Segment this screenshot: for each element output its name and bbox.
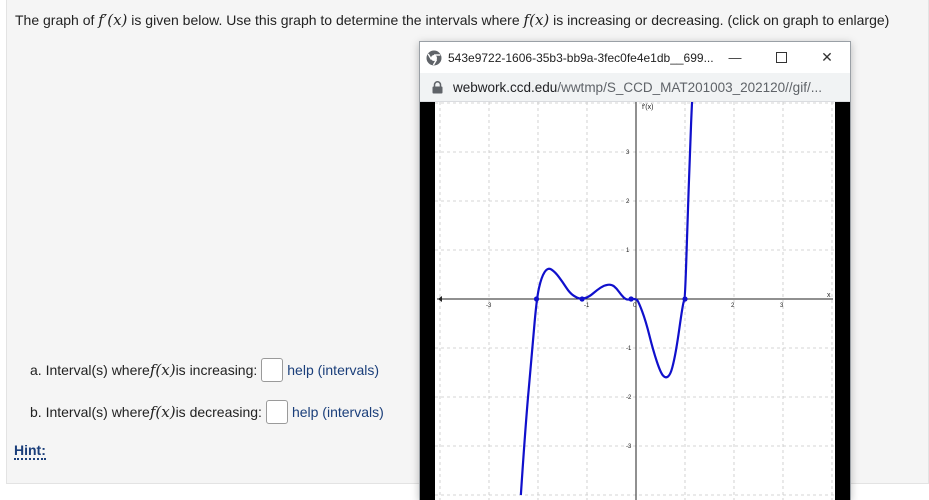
y-tick-label: 3: [626, 150, 630, 156]
x-axis-label: x: [827, 292, 831, 299]
y-tick-label: 1: [626, 248, 630, 254]
y-axis-label: f'(x): [642, 104, 653, 111]
part-b-row: b. Interval(s) where f (x) is decreasing:…: [30, 400, 384, 424]
part-a-x: (x): [155, 361, 176, 379]
lock-icon: [432, 80, 443, 93]
zero-point: [682, 296, 688, 302]
y-tick-label: -2: [626, 395, 632, 401]
decreasing-intervals-input[interactable]: [265, 400, 288, 424]
graph-image[interactable]: x f'(x) -3 -1 0 2 3 3 2 1 -1 -2 -3: [435, 102, 835, 500]
question-text: The graph of f′(x) is given below. Use t…: [15, 11, 889, 29]
x-tick-label: -3: [486, 303, 492, 309]
url-text: webwork.ccd.edu/wwtmp/S_CCD_MAT201003_20…: [453, 80, 822, 95]
part-a-row: a. Interval(s) where f (x) is increasing:…: [30, 358, 379, 382]
fprime-chart: xf'(x) -3 -1 0 2 3321-1-2-3: [435, 102, 835, 500]
x-tick-label: -1: [584, 303, 590, 309]
close-button[interactable]: ✕: [804, 42, 850, 73]
question-text-1: The graph of: [15, 12, 99, 28]
maximize-button[interactable]: [758, 42, 804, 73]
address-bar[interactable]: webwork.ccd.edu/wwtmp/S_CCD_MAT201003_20…: [420, 73, 850, 102]
zero-point: [579, 296, 585, 302]
x-tick-label: 2: [731, 303, 735, 309]
x-tick-label: 3: [780, 303, 784, 309]
minimize-button[interactable]: —: [712, 42, 758, 73]
popup-title: 543e9722-1606-35b3-bb9a-3fec0fe4e1db__69…: [448, 50, 714, 65]
part-b-x: (x): [155, 403, 176, 421]
chart-axes: x f'(x): [437, 102, 833, 500]
browser-icon: [426, 50, 442, 65]
url-path: /wwtmp/S_CCD_MAT201003_202120//gif/...: [557, 79, 822, 95]
chart-grid: [435, 102, 835, 500]
maximize-icon: [775, 52, 787, 63]
question-text-3: is increasing or decreasing. (click on g…: [549, 12, 890, 28]
part-a-suffix: is increasing:: [175, 362, 258, 378]
graph-popup-window: 543e9722-1606-35b3-bb9a-3fec0fe4e1db__69…: [419, 41, 851, 500]
y-tick-label: -1: [626, 346, 632, 352]
part-b-suffix: is decreasing:: [175, 404, 262, 420]
popup-titlebar[interactable]: 543e9722-1606-35b3-bb9a-3fec0fe4e1db__69…: [420, 42, 850, 73]
part-a-label: a. Interval(s) where: [30, 362, 150, 378]
y-tick-label: 2: [626, 199, 630, 205]
image-viewer: x f'(x) -3 -1 0 2 3 3 2 1 -1 -2 -3: [420, 102, 850, 500]
x-paren-2: (x): [529, 11, 550, 29]
url-host: webwork.ccd.edu: [453, 79, 558, 95]
zero-point: [533, 296, 540, 302]
y-tick-label: -3: [626, 444, 632, 450]
help-intervals-link-b[interactable]: help (intervals): [292, 404, 384, 420]
increasing-intervals-input[interactable]: [261, 358, 284, 382]
part-b-label: b. Interval(s) where: [30, 404, 150, 420]
question-text-2: is given below. Use this graph to determ…: [127, 12, 524, 28]
help-intervals-link-a[interactable]: help (intervals): [287, 362, 379, 378]
zero-point: [628, 296, 634, 302]
x-paren: (x): [107, 11, 128, 29]
hint-link[interactable]: Hint:: [14, 443, 46, 460]
